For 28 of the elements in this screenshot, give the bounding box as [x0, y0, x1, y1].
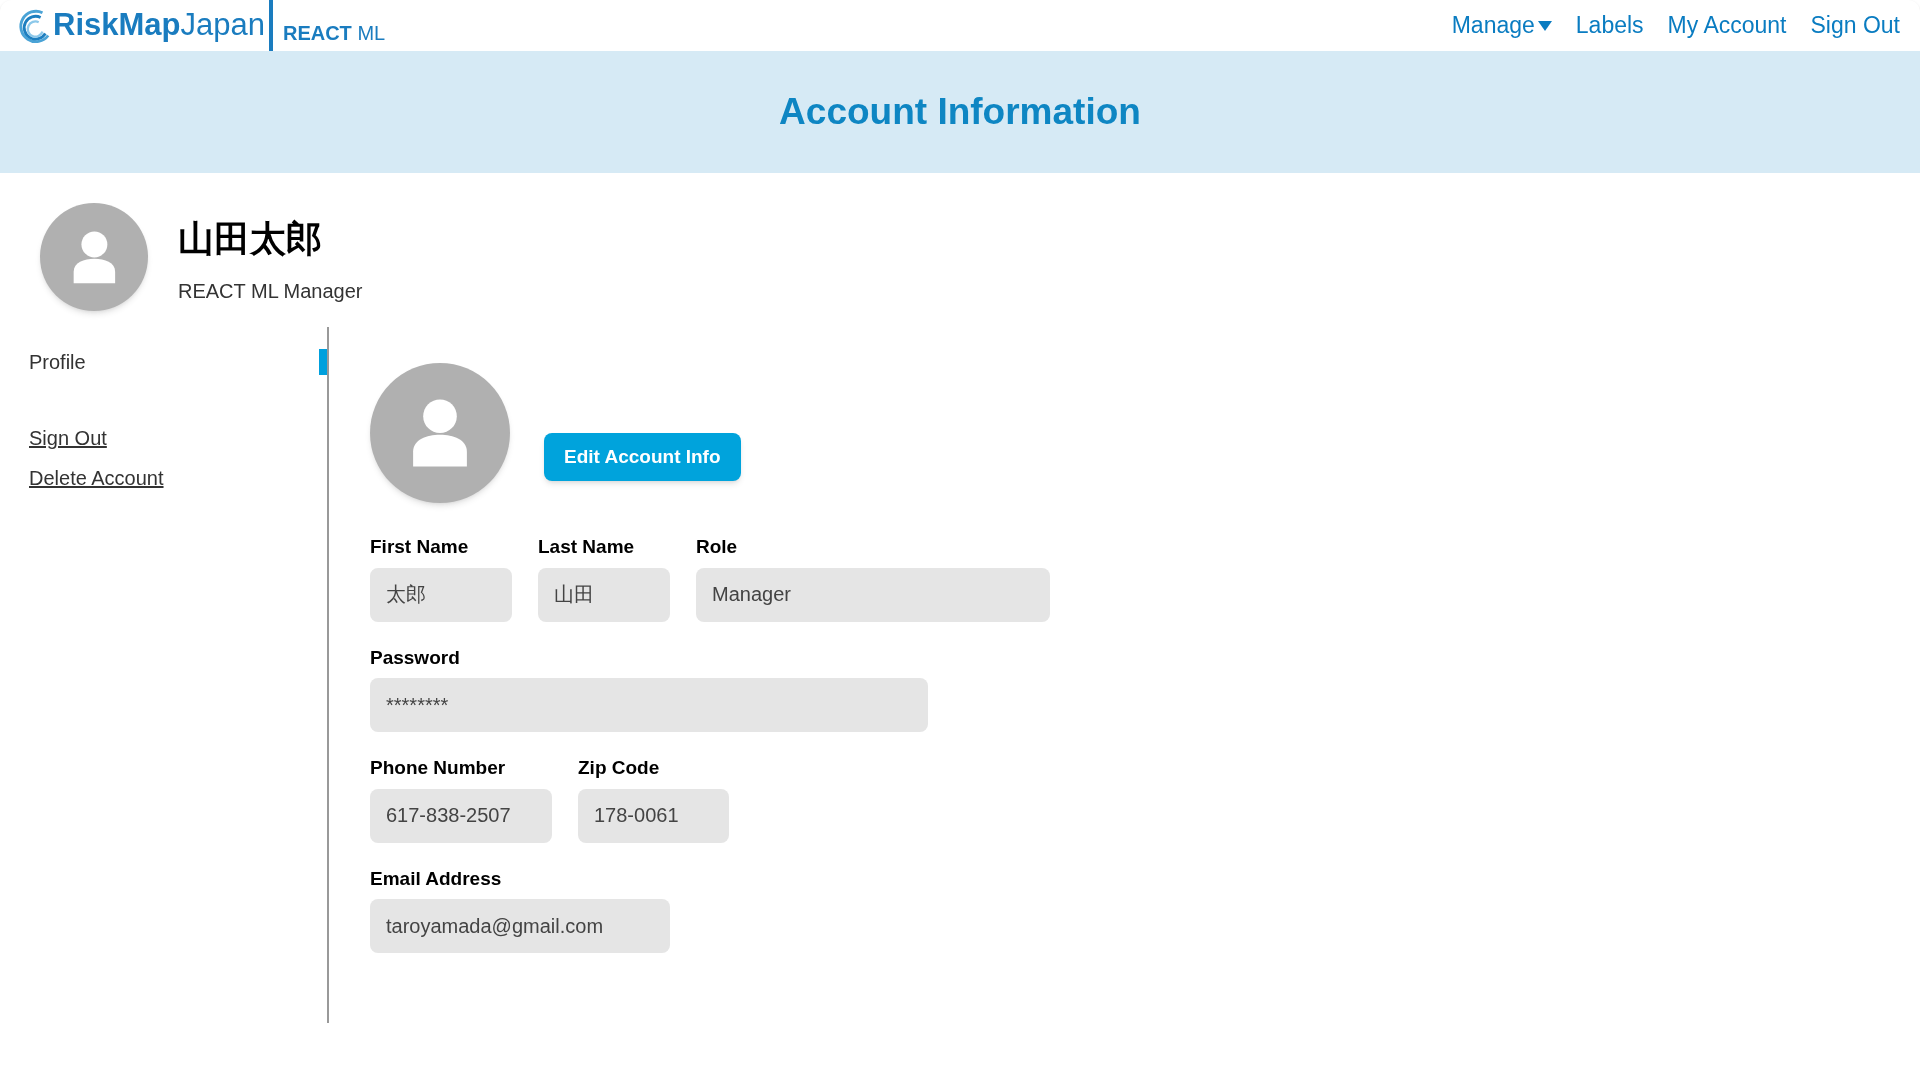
field-label: Phone Number	[370, 756, 507, 780]
brand-name: RiskMapJapan	[53, 6, 265, 45]
field-label: Email Address	[370, 866, 503, 891]
text-field[interactable]: 太郎	[370, 567, 512, 622]
text-field[interactable]: Manager	[696, 567, 1050, 622]
text-field[interactable]: taroyamada@gmail.com	[370, 899, 670, 953]
nav-link[interactable]: Manage	[1451, 8, 1552, 43]
selection-indicator	[319, 349, 327, 375]
user-name: 山田太郎	[178, 217, 323, 261]
user-role: REACT ML Manager	[178, 279, 363, 304]
caret-icon	[1537, 20, 1552, 31]
text-field[interactable]: 山田	[538, 567, 670, 622]
text-field[interactable]: 178-0061	[578, 788, 729, 843]
nav-link[interactable]: My Account	[1667, 8, 1787, 43]
field-label: First Name	[370, 535, 470, 559]
product-name: REACT ML	[282, 20, 386, 46]
sidebar-tab[interactable]: Profile	[29, 347, 86, 377]
field-label: Zip Code	[578, 756, 661, 780]
text-field[interactable]: ********	[370, 678, 928, 732]
nav-link[interactable]: Sign Out	[1810, 8, 1900, 43]
page-title: Account Information	[779, 90, 1141, 135]
field-label: Role	[696, 535, 739, 559]
sidebar-link[interactable]: Delete Account	[29, 463, 164, 493]
field-label: Password	[370, 645, 461, 670]
field-label: Last Name	[538, 535, 636, 559]
sidebar-link[interactable]: Sign Out	[29, 423, 107, 453]
nav-link[interactable]: Labels	[1575, 8, 1644, 43]
text-field[interactable]: 617-838-2507	[370, 788, 552, 843]
